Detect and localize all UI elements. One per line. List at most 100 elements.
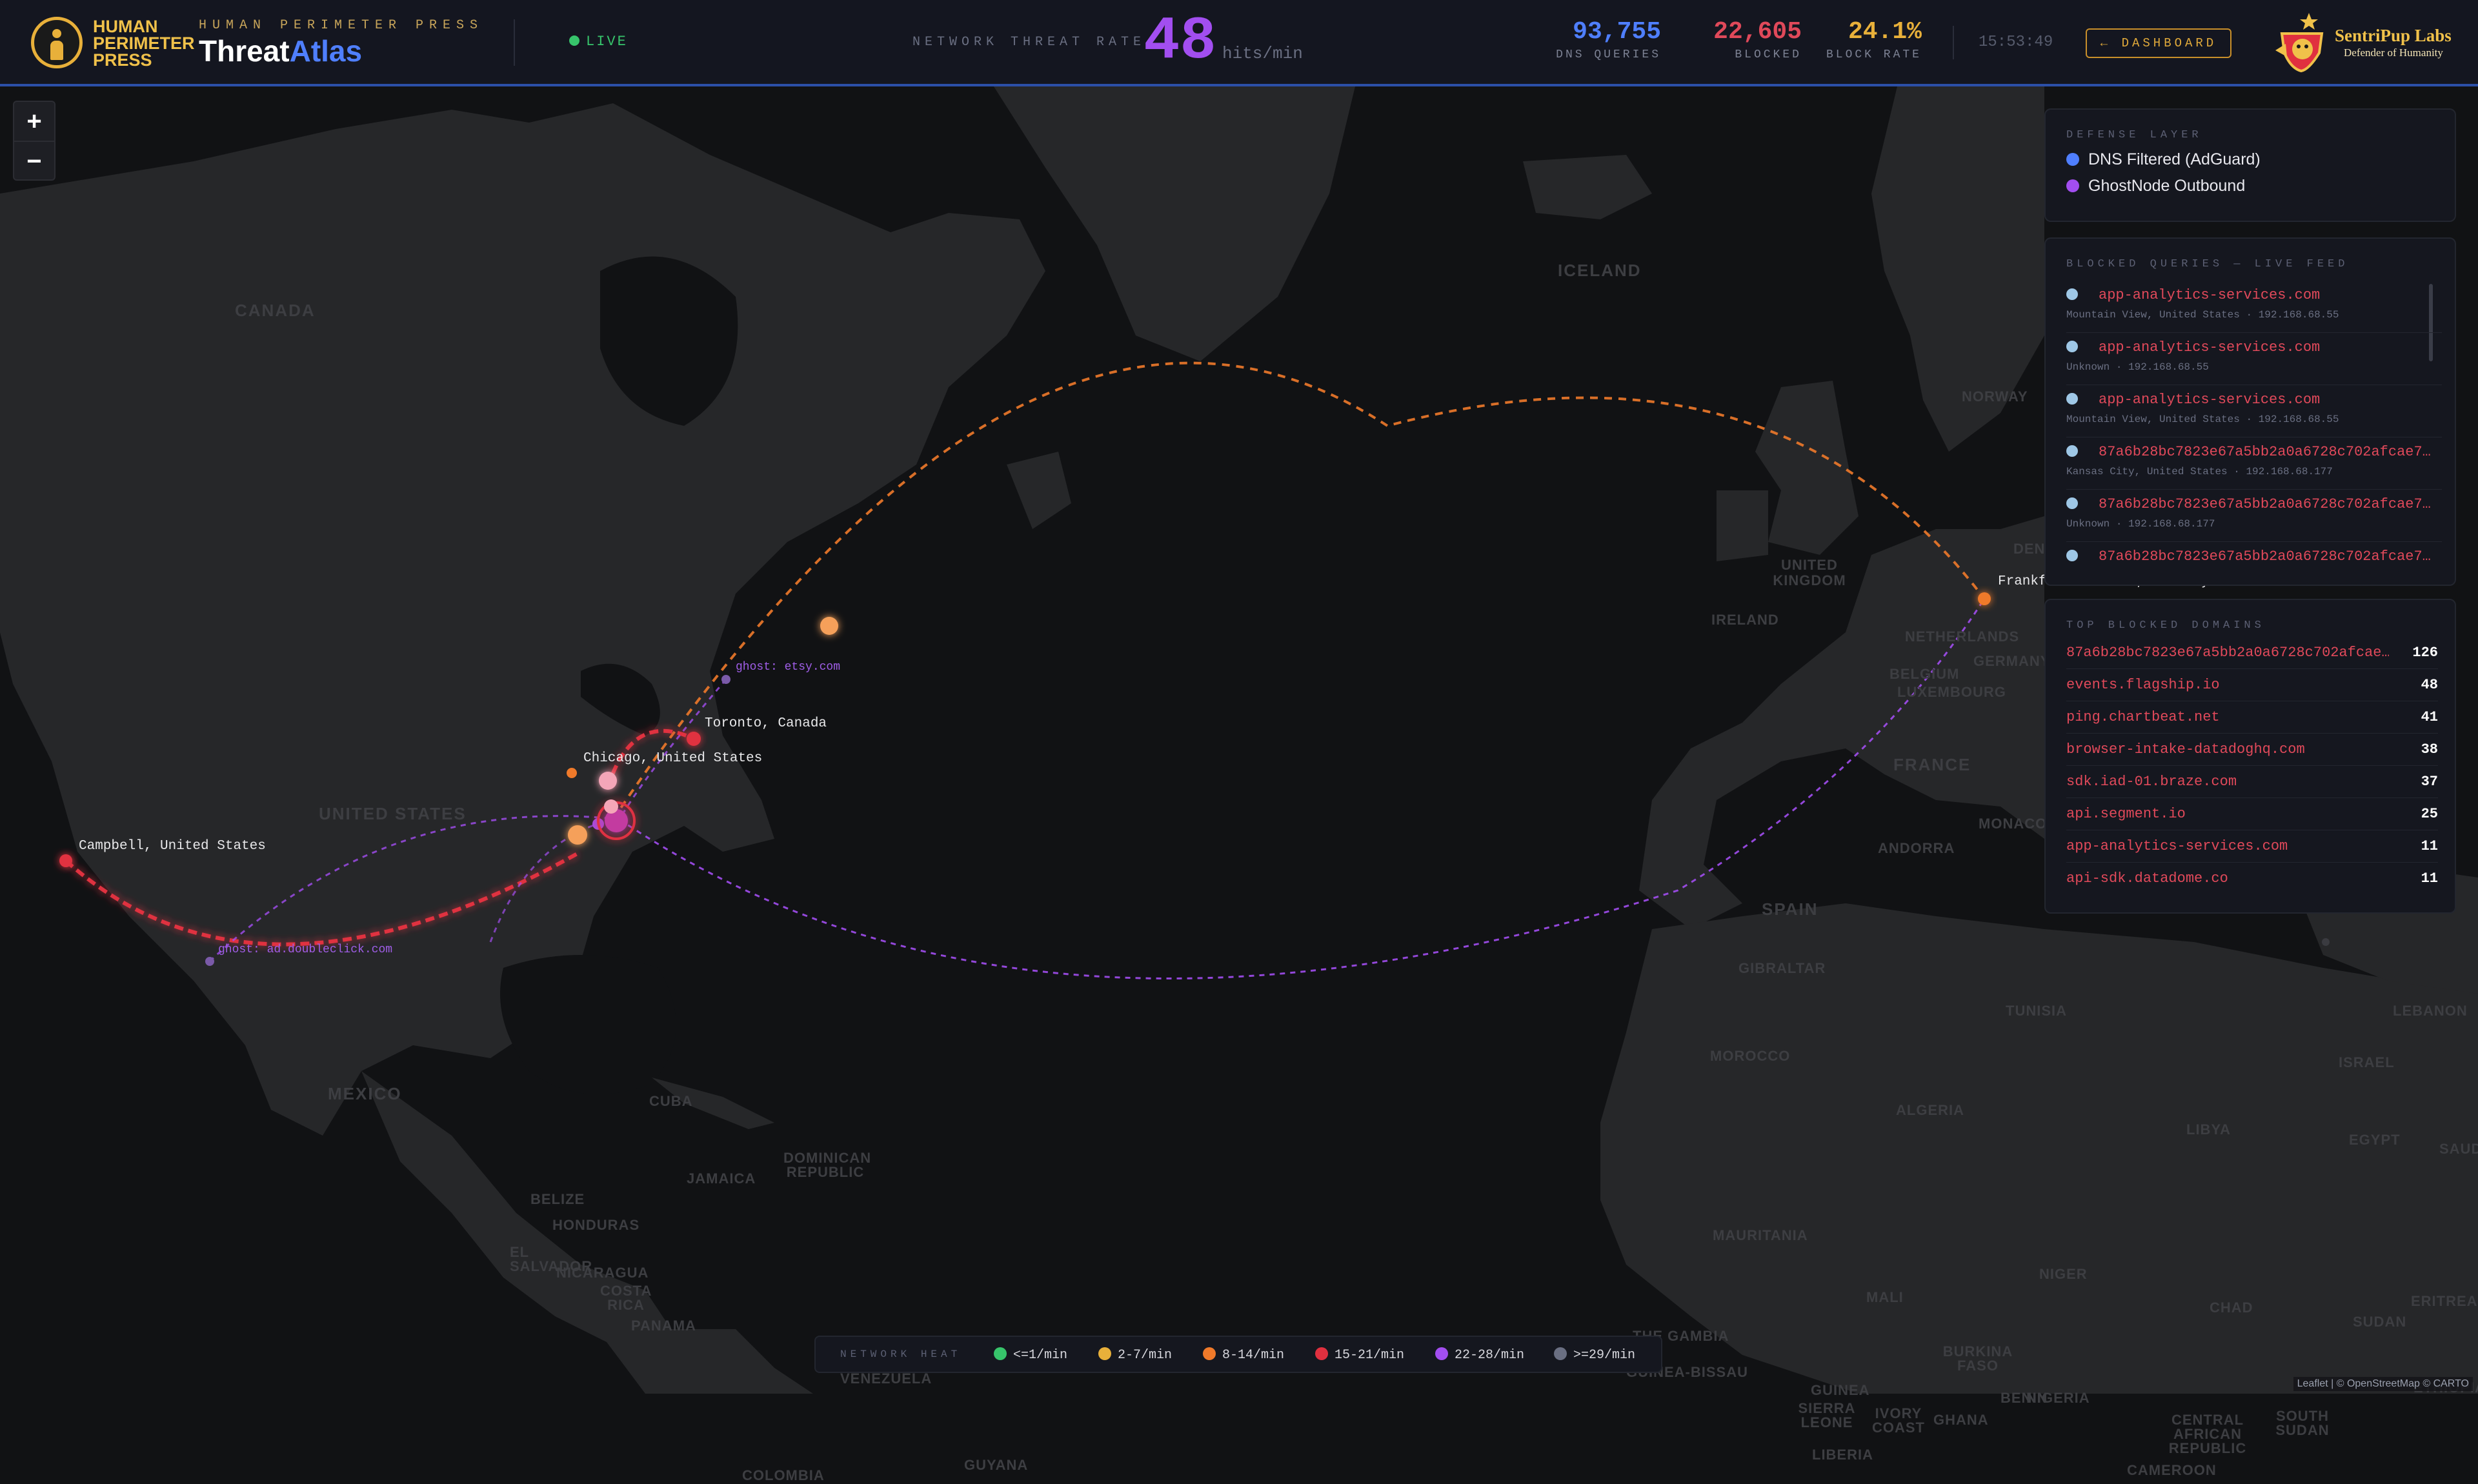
country-label: BELIZE	[530, 1191, 585, 1207]
top-blocked-row[interactable]: 87a6b28bc7823e67a5bb2a0a6728c702afcae… 12…	[2066, 637, 2438, 669]
top-blocked-domain: browser-intake-datadoghq.com	[2066, 741, 2305, 757]
orange-dot-icon	[1203, 1347, 1216, 1360]
globe-icon	[2066, 288, 2078, 300]
legend-label: 15-21/min	[1335, 1348, 1405, 1363]
feed-item[interactable]: 87a6b28bc7823e67a5bb2a0a6728c702afcae7… K…	[2066, 437, 2442, 490]
partner-name: SentriPup Labs	[2335, 26, 2452, 45]
top-blocked-count: 41	[2421, 709, 2438, 725]
feed-meta: Unknown · 192.168.68.177	[2066, 518, 2215, 530]
legend-item: 8-14/min	[1203, 1347, 1284, 1363]
header-divider	[514, 19, 515, 66]
country-label: LUXEMBOURG	[1897, 684, 2006, 700]
live-indicator: LIVE	[569, 34, 628, 50]
feed-item[interactable]: app-analytics-services.com Unknown · 192.…	[2066, 333, 2442, 385]
feed-meta: Unknown · 192.168.68.55	[2066, 361, 2209, 373]
top-blocked-row[interactable]: app-analytics-services.com 11	[2066, 830, 2438, 863]
defense-layer-panel: DEFENSE LAYER DNS Filtered (AdGuard) Gho…	[2044, 108, 2456, 222]
top-bar: HUMAN PERIMETER PRESS HUMAN PERIMETER PR…	[0, 0, 2478, 86]
country-label: SIERRA LEONE	[1798, 1400, 1856, 1430]
top-blocked-row[interactable]: api-sdk.datadome.co 11	[2066, 863, 2438, 894]
country-label: GHANA	[1933, 1412, 1989, 1428]
country-label: BENIN	[2000, 1390, 2048, 1406]
node-faint-ne	[2322, 938, 2330, 946]
country-label: PANAMA	[631, 1318, 696, 1334]
sentripup-badge-icon	[2275, 13, 2324, 73]
header-divider	[1953, 26, 1954, 59]
country-label: IVORY COAST	[1872, 1405, 1925, 1436]
top-blocked-count: 37	[2421, 774, 2438, 790]
feed-item[interactable]: app-analytics-services.com Mountain View,…	[2066, 281, 2442, 333]
top-blocked-row[interactable]: events.flagship.io 48	[2066, 669, 2438, 701]
country-label: MEXICO	[328, 1084, 402, 1103]
country-label: BURKINA FASO	[1942, 1343, 2013, 1374]
country-label: CHAD	[2210, 1299, 2253, 1316]
globe-icon	[2066, 341, 2078, 352]
country-label: MONACO	[1979, 816, 2048, 832]
zoom-in-button[interactable]: +	[14, 102, 54, 142]
stat-value: 22,605	[1713, 18, 1802, 46]
defense-item-label: DNS Filtered (AdGuard)	[2088, 150, 2261, 168]
city-label-toronto: Toronto, Canada	[705, 716, 827, 731]
landmass-ireland	[1717, 490, 1768, 561]
top-blocked-count: 48	[2421, 677, 2438, 693]
top-blocked-domain: events.flagship.io	[2066, 677, 2220, 693]
legend-item: >=29/min	[1554, 1347, 1635, 1363]
globe-icon	[2066, 445, 2078, 457]
map-attribution[interactable]: Leaflet | © OpenStreetMap © CARTO	[2293, 1377, 2473, 1391]
node-ghost-sw	[205, 957, 214, 966]
city-label-campbell: Campbell, United States	[79, 839, 266, 854]
top-blocked-count: 38	[2421, 741, 2438, 757]
feed-item[interactable]: 87a6b28bc7823e67a5bb2a0a6728c702afcae7…	[2066, 542, 2442, 585]
stat-block-rate: 24.1% BLOCK RATE	[1826, 18, 1922, 61]
node-indy-orange	[568, 825, 587, 845]
country-label: COLOMBIA	[742, 1467, 825, 1483]
country-label: MAURITANIA	[1713, 1227, 1808, 1243]
node-chicago-pink	[599, 772, 617, 790]
zoom-control: + −	[13, 101, 55, 181]
top-blocked-row[interactable]: ping.chartbeat.net 41	[2066, 701, 2438, 734]
feed-list: app-analytics-services.com Mountain View,…	[2046, 281, 2455, 585]
globe-icon	[2066, 393, 2078, 405]
top-blocked-panel: TOP BLOCKED DOMAINS 87a6b28bc7823e67a5bb…	[2044, 599, 2456, 914]
top-blocked-count: 11	[2421, 870, 2438, 887]
ghost-label-etsy: ghost: etsy.com	[736, 661, 841, 674]
dashboard-button[interactable]: ← DASHBOARD	[2086, 28, 2231, 58]
top-blocked-domain: 87a6b28bc7823e67a5bb2a0a6728c702afcae…	[2066, 645, 2389, 661]
country-label: GERMANY	[1973, 653, 2051, 669]
legend-item: 22-28/min	[1435, 1347, 1524, 1363]
blue-dot-icon	[2066, 153, 2079, 166]
top-blocked-row[interactable]: browser-intake-datadoghq.com 38	[2066, 734, 2438, 766]
country-label: ERITREA	[2411, 1293, 2478, 1309]
country-label: SAUDI	[2439, 1141, 2478, 1157]
top-blocked-count: 126	[2412, 645, 2438, 661]
node-hub-core	[604, 799, 618, 814]
top-blocked-row[interactable]: sdk.iad-01.braze.com 37	[2066, 766, 2438, 798]
country-label: LIBYA	[2186, 1121, 2231, 1138]
stat-label: DNS QUERIES	[1556, 48, 1661, 61]
country-label: NICARAGUA	[556, 1265, 649, 1281]
feed-meta: Mountain View, United States · 192.168.6…	[2066, 414, 2339, 425]
stat-value: 24.1%	[1848, 18, 1922, 46]
country-label: BELGIUM	[1889, 666, 1960, 682]
live-feed-panel[interactable]: BLOCKED QUERIES — LIVE FEED app-analytic…	[2044, 237, 2456, 586]
node-detroit-orange	[567, 768, 577, 778]
red-dot-icon	[1315, 1347, 1328, 1360]
panel-title: TOP BLOCKED DOMAINS	[2066, 619, 2265, 632]
brand-subtitle: HUMAN PERIMETER PRESS	[199, 18, 484, 33]
app-title-main: Threat	[199, 34, 290, 68]
legend-label: 22-28/min	[1455, 1348, 1525, 1363]
brand-line: PERIMETER	[93, 34, 195, 53]
country-label: CAMEROON	[2127, 1462, 2217, 1478]
feed-domain: 87a6b28bc7823e67a5bb2a0a6728c702afcae7…	[2099, 496, 2431, 512]
node-campbell	[59, 854, 72, 867]
yellow-dot-icon	[1098, 1347, 1111, 1360]
feed-item[interactable]: 87a6b28bc7823e67a5bb2a0a6728c702afcae7… U…	[2066, 490, 2442, 542]
top-blocked-row[interactable]: api.segment.io 25	[2066, 798, 2438, 830]
purple-dot-icon	[1435, 1347, 1448, 1360]
feed-item[interactable]: app-analytics-services.com Mountain View,…	[2066, 385, 2442, 437]
brand-line: PRESS	[93, 50, 152, 70]
country-label: ICELAND	[1558, 261, 1642, 280]
country-label: ANDORRA	[1878, 840, 1955, 856]
zoom-out-button[interactable]: −	[14, 142, 54, 181]
country-label: SPAIN	[1762, 899, 1818, 919]
